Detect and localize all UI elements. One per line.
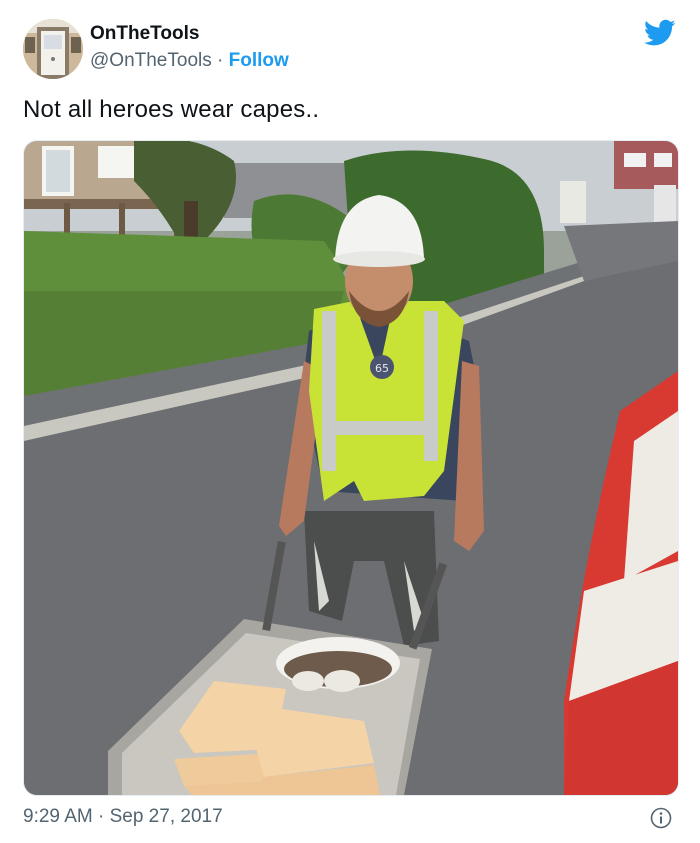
separator-dot: · [217, 50, 224, 71]
tweet-text: Not all heroes wear capes.. [23, 96, 320, 123]
tweet-photo[interactable]: 65 [23, 140, 679, 796]
tweet-card: OnTheTools @OnTheTools · Follow Not all … [0, 0, 700, 843]
follow-button[interactable]: Follow [229, 50, 289, 71]
author-handle-row: @OnTheTools · Follow [90, 50, 289, 72]
author-handle[interactable]: @OnTheTools [90, 50, 212, 71]
avatar[interactable] [23, 19, 83, 79]
avatar-image [23, 19, 83, 79]
photo-scene: 65 [24, 141, 678, 795]
author-display-name[interactable]: OnTheTools [90, 23, 199, 45]
info-icon[interactable] [650, 807, 672, 829]
vest-badge: 65 [375, 362, 389, 375]
twitter-bird-icon[interactable] [644, 19, 676, 47]
tweet-timestamp[interactable]: 9:29 AM · Sep 27, 2017 [23, 806, 223, 828]
